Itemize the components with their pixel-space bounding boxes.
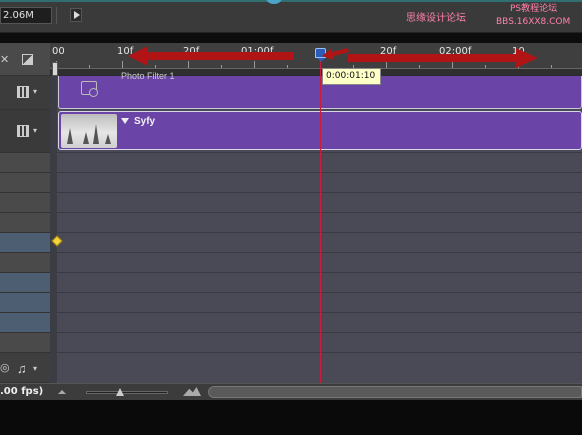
film-icon[interactable] (17, 125, 29, 137)
track-header[interactable] (0, 213, 50, 233)
left-arrow-annotation (128, 46, 294, 66)
work-area-start-handle[interactable] (52, 62, 58, 76)
thumbnail-shape (83, 132, 89, 144)
background-fill (0, 400, 582, 435)
collapse-triangle-icon[interactable] (121, 118, 129, 124)
timecode-tooltip: 0:00:01:10 (322, 68, 381, 85)
track-header-top: ✕ (0, 43, 50, 76)
file-size-field: 2.06M (0, 7, 52, 24)
zoom-slider[interactable] (86, 391, 168, 394)
fps-label: .00 fps) (0, 386, 44, 397)
track-header[interactable] (0, 333, 50, 353)
close-icon[interactable]: ✕ (0, 53, 9, 66)
track-gutter (50, 76, 57, 383)
watermark-line-3: BBS.16XX8.COM (496, 17, 571, 27)
chevron-down-icon[interactable]: ▾ (33, 87, 37, 96)
play-icon[interactable] (70, 8, 82, 22)
horizontal-scrollbar[interactable] (208, 386, 582, 398)
track-header-video-2[interactable]: ▾ (0, 110, 50, 153)
photo-filter-icon (81, 81, 98, 97)
thumbnail-shape (93, 124, 99, 144)
zoom-slider-thumb[interactable] (116, 388, 124, 396)
clip-label: Photo Filter 1 (121, 71, 175, 81)
track-header-selected[interactable] (0, 233, 50, 253)
track-header[interactable] (0, 193, 50, 213)
accent-strip (0, 0, 582, 2)
top-toolbar: 2.06M (0, 0, 582, 33)
track-header[interactable] (0, 253, 50, 273)
zoom-in-icon[interactable] (183, 387, 201, 396)
clip-icon[interactable] (22, 54, 33, 65)
ruler-label: 00 (52, 46, 65, 57)
clip-label: Syfy (134, 116, 156, 127)
track-header-video-1[interactable]: ▾ (0, 76, 50, 110)
chevron-down-icon[interactable]: ▾ (33, 126, 37, 135)
track-headers: ✕ ▾ ▾ ◎ ♫ ▾ (0, 43, 50, 383)
music-icon[interactable]: ♫ (17, 361, 27, 376)
speaker-icon[interactable]: ◎ (0, 361, 10, 374)
track-header[interactable] (0, 153, 50, 173)
thumbnail-shape (67, 128, 73, 144)
status-indicator (266, 0, 282, 4)
playhead-line[interactable] (320, 55, 321, 383)
timeline-footer: .00 fps) (0, 383, 582, 400)
track-header-selected[interactable] (0, 273, 50, 293)
toolbar-divider (56, 7, 68, 24)
track-header[interactable] (0, 173, 50, 193)
film-icon[interactable] (17, 86, 29, 98)
thumbnail-shape (105, 134, 111, 144)
watermark-line-1: 思缘设计论坛 (406, 13, 466, 24)
zoom-out-icon[interactable] (58, 390, 66, 394)
track-header-selected[interactable] (0, 313, 50, 333)
watermark-line-2: PS教程论坛 (510, 4, 558, 14)
chevron-down-icon[interactable]: ▾ (33, 364, 37, 373)
pointer-arrow-annotation (322, 48, 349, 60)
audio-track-header[interactable]: ◎ ♫ ▾ (0, 353, 50, 383)
right-arrow-annotation (348, 48, 538, 68)
track-header-selected[interactable] (0, 293, 50, 313)
clip-thumbnail (61, 114, 117, 148)
